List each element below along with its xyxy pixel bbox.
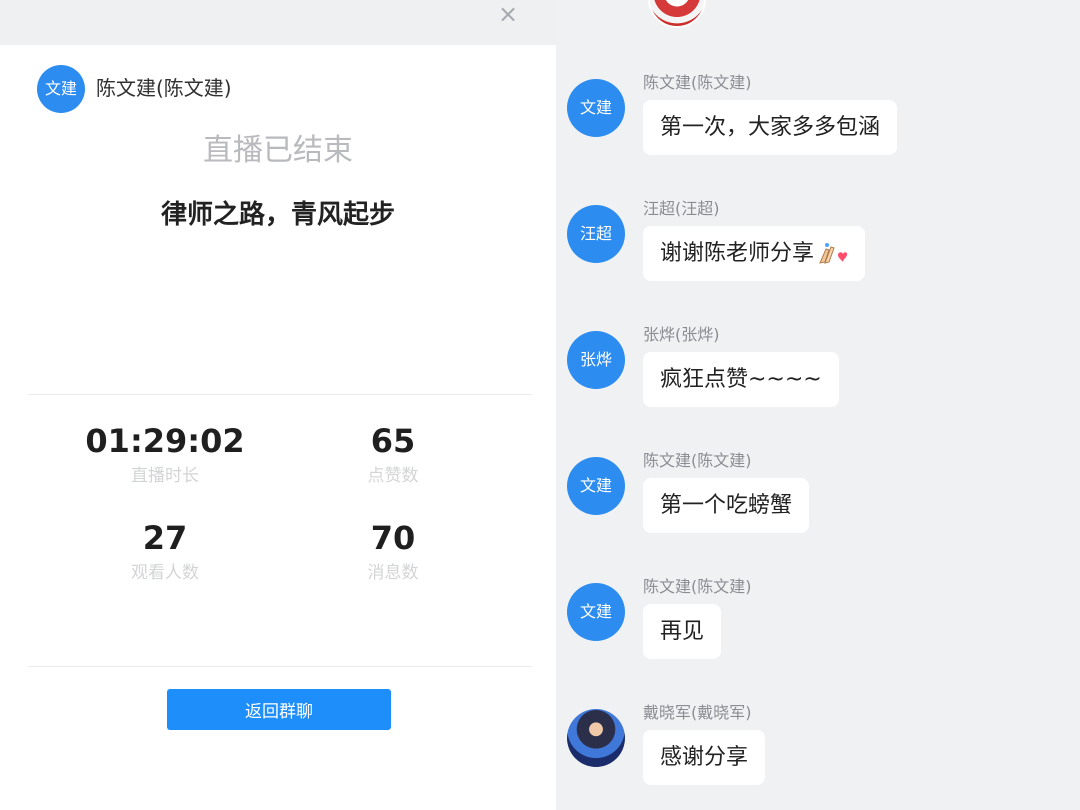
chat-panel: 文建 陈文建(陈文建) 第一次，大家多多包涵 汪超 汪超(汪超) 谢谢陈老师分享… xyxy=(556,0,1080,810)
live-status: 直播已结束 xyxy=(203,133,353,168)
chat-message: 戴晓军(戴晓军) 感谢分享 xyxy=(556,703,1080,810)
message-avatar-photo[interactable] xyxy=(567,709,625,767)
divider-top xyxy=(28,394,532,395)
message-bubble[interactable]: 疯狂点赞~~~~ xyxy=(643,352,839,407)
host-name: 陈文建(陈文建) xyxy=(96,76,232,100)
message-bubble[interactable]: 第一个吃螃蟹 xyxy=(643,478,810,533)
chat-message: 文建 陈文建(陈文建) 再见 xyxy=(556,577,1080,703)
message-avatar[interactable]: 文建 xyxy=(567,457,625,515)
stat-duration-value: 01:29:02 xyxy=(85,422,245,460)
divider-bottom xyxy=(28,666,532,667)
message-avatar[interactable]: 汪超 xyxy=(567,205,625,263)
chat-message: 文建 陈文建(陈文建) 第一个吃螃蟹 xyxy=(556,451,1080,577)
message-bubble[interactable]: 谢谢陈老师分享 xyxy=(643,226,866,281)
applause-heart-icon xyxy=(819,243,848,264)
stat-messages-value: 70 xyxy=(370,519,416,557)
message-text: 第一个吃螃蟹 xyxy=(660,493,793,518)
stat-duration-label: 直播时长 xyxy=(131,466,199,486)
chat-message: 文建 陈文建(陈文建) 第一次，大家多多包涵 xyxy=(556,73,1080,199)
stat-viewers-value: 27 xyxy=(142,519,188,557)
stat-likes-value: 65 xyxy=(370,422,416,460)
chat-message: 汪超 汪超(汪超) 谢谢陈老师分享 xyxy=(556,199,1080,325)
message-text: 疯狂点赞~~~~ xyxy=(660,367,822,392)
message-sender: 陈文建(陈文建) xyxy=(643,577,752,596)
message-sender: 张烨(张烨) xyxy=(643,325,720,344)
message-bubble[interactable]: 再见 xyxy=(643,604,722,659)
message-avatar[interactable]: 文建 xyxy=(567,583,625,641)
stat-duration: 01:29:02 直播时长 xyxy=(50,421,280,489)
stat-likes: 65 点赞数 xyxy=(278,421,508,489)
stat-messages: 70 消息数 xyxy=(278,518,508,586)
message-avatar[interactable]: 文建 xyxy=(567,79,625,137)
stat-likes-label: 点赞数 xyxy=(367,466,419,486)
message-bubble[interactable]: 第一次，大家多多包涵 xyxy=(643,100,898,155)
message-bubble[interactable]: 感谢分享 xyxy=(643,730,766,785)
host-avatar[interactable]: 文建 xyxy=(37,65,85,113)
stat-messages-label: 消息数 xyxy=(367,563,419,583)
message-sender: 陈文建(陈文建) xyxy=(643,73,752,92)
message-text: 第一次，大家多多包涵 xyxy=(660,115,881,140)
stat-viewers: 27 观看人数 xyxy=(50,518,280,586)
chat-message: 张烨 张烨(张烨) 疯狂点赞~~~~ xyxy=(556,325,1080,451)
left-topbar: × xyxy=(0,0,556,45)
message-text: 感谢分享 xyxy=(660,745,749,770)
close-icon[interactable]: × xyxy=(494,0,522,28)
back-to-group-button[interactable]: 返回群聊 xyxy=(167,689,391,730)
message-sender: 戴晓军(戴晓军) xyxy=(643,703,752,722)
stat-viewers-label: 观看人数 xyxy=(131,563,199,583)
live-title: 律师之路，青风起步 xyxy=(160,200,395,230)
message-text: 再见 xyxy=(660,619,705,644)
message-text: 谢谢陈老师分享 xyxy=(660,241,815,266)
message-avatar[interactable]: 张烨 xyxy=(567,331,625,389)
message-sender: 陈文建(陈文建) xyxy=(643,451,752,470)
partial-avatar[interactable] xyxy=(648,0,706,28)
message-sender: 汪超(汪超) xyxy=(643,199,720,218)
